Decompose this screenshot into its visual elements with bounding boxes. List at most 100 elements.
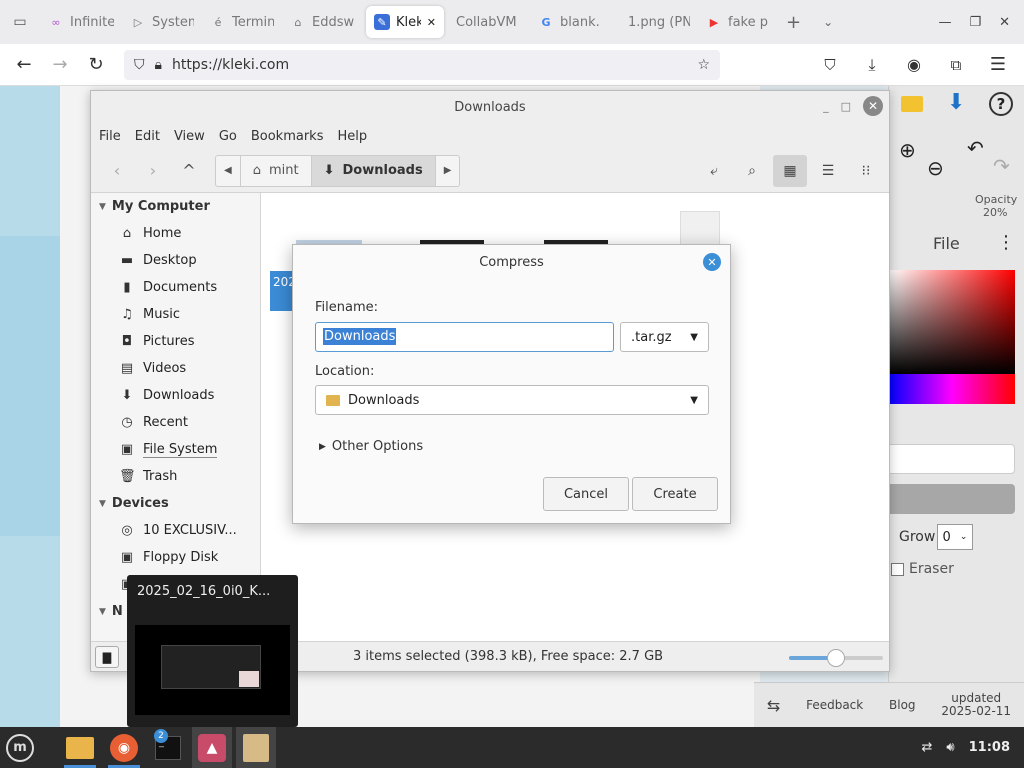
menu-help[interactable]: Help bbox=[337, 129, 367, 144]
bookmark-star-icon[interactable]: ☆ bbox=[697, 57, 710, 73]
location-select[interactable]: Downloads ▼ bbox=[315, 385, 709, 415]
sidebar-item-pictures[interactable]: ◘ Pictures bbox=[91, 328, 260, 355]
brush-size-slider[interactable] bbox=[889, 444, 1015, 474]
hue-slider[interactable] bbox=[889, 374, 1015, 404]
sidebar-item-floppy[interactable]: ▣ Floppy Disk bbox=[91, 544, 260, 571]
cancel-button[interactable]: Cancel bbox=[543, 477, 629, 511]
pocket-icon[interactable]: ⛉ bbox=[812, 47, 848, 83]
back-button[interactable]: ← bbox=[6, 47, 42, 83]
section-my-computer[interactable]: ▼ My Computer bbox=[91, 193, 260, 220]
help-icon[interactable]: ? bbox=[989, 92, 1013, 116]
sidebar-item-trash[interactable]: 🗑︎ Trash bbox=[91, 463, 260, 490]
toggle-location-icon[interactable]: ⤶ bbox=[697, 155, 731, 187]
network-icon[interactable]: ⇄ bbox=[922, 740, 933, 755]
image-viewer-launcher-icon[interactable]: ▲ bbox=[192, 727, 232, 768]
firefox-launcher-icon[interactable]: ◉ bbox=[104, 727, 144, 768]
opacity-slider[interactable] bbox=[889, 484, 1015, 514]
sidebar-item-downloads[interactable]: ⬇ Downloads bbox=[91, 382, 260, 409]
sidebar-item-file-system[interactable]: ▣ File System bbox=[91, 436, 260, 463]
tab-eddsw[interactable]: ⌂ Eddsw bbox=[282, 6, 366, 38]
tab-collabvm[interactable]: CollabVM bbox=[444, 6, 530, 38]
close-tab-icon[interactable]: ✕ bbox=[427, 16, 436, 29]
tab-infinite[interactable]: ∞ Infinite bbox=[40, 6, 122, 38]
minimize-icon[interactable]: _ bbox=[823, 100, 829, 113]
grow-select[interactable]: 0 ⌄ bbox=[937, 524, 973, 550]
window-preview[interactable]: 2025_02_16_0i0_K... bbox=[127, 575, 298, 727]
tab-blank[interactable]: Gblank. bbox=[530, 6, 614, 38]
sidebar-item-music[interactable]: ♫ Music bbox=[91, 301, 260, 328]
restore-icon[interactable]: ❐ bbox=[969, 15, 981, 30]
up-icon[interactable]: ^ bbox=[171, 155, 207, 187]
more-vert-icon[interactable]: ⋮ bbox=[997, 232, 1015, 253]
extensions-icon[interactable]: ⧉ bbox=[938, 47, 974, 83]
breadcrumb-mint[interactable]: ⌂ mint bbox=[241, 155, 312, 186]
extension-select[interactable]: .tar.gz ▼ bbox=[620, 322, 709, 352]
menu-edit[interactable]: Edit bbox=[135, 129, 160, 144]
filename-input[interactable]: Downloads bbox=[315, 322, 614, 352]
clock[interactable]: 11:08 bbox=[969, 740, 1010, 755]
sidebar-item-disc[interactable]: ◎ 10 EXCLUSIV... bbox=[91, 517, 260, 544]
tab-dropdown-icon[interactable]: ⌄ bbox=[823, 15, 833, 29]
tab-list-icon[interactable]: ▭ bbox=[0, 0, 40, 44]
search-icon[interactable]: ⌕ bbox=[735, 155, 769, 187]
icon-view-icon[interactable]: ▦ bbox=[773, 155, 807, 187]
other-options-expander[interactable]: ▶ Other Options bbox=[319, 439, 423, 454]
back-icon[interactable]: ‹ bbox=[99, 155, 135, 187]
new-tab-icon[interactable]: + bbox=[786, 12, 801, 33]
feedback-link[interactable]: Feedback bbox=[806, 698, 863, 712]
sidebar-item-desktop[interactable]: ▬ Desktop bbox=[91, 247, 260, 274]
forward-button[interactable]: → bbox=[42, 47, 78, 83]
close-icon[interactable]: ✕ bbox=[863, 96, 883, 116]
file-tab[interactable]: File bbox=[933, 234, 960, 253]
maximize-icon[interactable]: □ bbox=[841, 100, 851, 113]
list-view-icon[interactable]: ☰ bbox=[811, 155, 845, 187]
zoom-slider-knob[interactable] bbox=[827, 649, 845, 667]
sidebar-item-documents[interactable]: ▮ Documents bbox=[91, 274, 260, 301]
tab-png[interactable]: 1.png (PN bbox=[614, 6, 698, 38]
close-window-icon[interactable]: ✕ bbox=[999, 15, 1010, 30]
sidebar-item-home[interactable]: ⌂ Home bbox=[91, 220, 260, 247]
files-launcher-icon[interactable] bbox=[60, 727, 100, 768]
close-icon[interactable]: ✕ bbox=[703, 253, 721, 271]
text-file-icon[interactable] bbox=[680, 211, 720, 245]
menu-file[interactable]: File bbox=[99, 129, 121, 144]
sidebar-item-videos[interactable]: ▤ Videos bbox=[91, 355, 260, 382]
downloads-icon[interactable]: ⤓ bbox=[854, 47, 890, 83]
blog-link[interactable]: Blog bbox=[889, 698, 916, 712]
breadcrumb-downloads[interactable]: ⬇ Downloads bbox=[311, 155, 436, 186]
breadcrumb-right-icon[interactable]: ▶ bbox=[436, 156, 460, 186]
reload-button[interactable]: ↻ bbox=[78, 47, 114, 83]
compact-view-icon[interactable]: ⁝⁝ bbox=[849, 155, 883, 187]
redo-icon[interactable]: ↷ bbox=[993, 154, 1010, 178]
mint-menu-icon[interactable]: m bbox=[0, 727, 40, 768]
folder-icon[interactable] bbox=[901, 96, 923, 112]
color-picker[interactable] bbox=[889, 270, 1015, 374]
url-bar[interactable]: ⛉ 🔒︎ https://kleki.com ☆ bbox=[124, 49, 720, 80]
zoom-slider[interactable] bbox=[789, 649, 883, 667]
tab-system[interactable]: ▷System bbox=[122, 6, 202, 38]
breadcrumb-left-icon[interactable]: ◀ bbox=[216, 155, 241, 186]
swap-icon[interactable]: ⇆ bbox=[767, 696, 780, 715]
tab-terminal[interactable]: é Termin bbox=[202, 6, 282, 38]
sidebar-toggle-icon[interactable]: ▇ bbox=[95, 646, 119, 668]
account-icon[interactable]: ◉ bbox=[896, 47, 932, 83]
zoom-in-icon[interactable]: ⊕ bbox=[899, 138, 916, 162]
terminal-launcher-icon[interactable]: _2 bbox=[148, 727, 188, 768]
tab-kleki[interactable]: ✎Kleki✕ bbox=[366, 6, 444, 38]
forward-icon[interactable]: › bbox=[135, 155, 171, 187]
sidebar-item-recent[interactable]: ◷ Recent bbox=[91, 409, 260, 436]
volume-icon[interactable]: 🔊︎ bbox=[946, 740, 954, 755]
eraser-checkbox[interactable] bbox=[891, 563, 904, 576]
menu-icon[interactable]: ☰ bbox=[980, 47, 1016, 83]
archive-launcher-icon[interactable] bbox=[236, 727, 276, 768]
menu-bookmarks[interactable]: Bookmarks bbox=[251, 129, 324, 144]
section-devices[interactable]: ▼ Devices bbox=[91, 490, 260, 517]
minimize-icon[interactable]: — bbox=[938, 15, 951, 30]
create-button[interactable]: Create bbox=[632, 477, 718, 511]
download-icon[interactable]: ⬇ bbox=[947, 90, 965, 115]
tab-fake[interactable]: ▶ fake p bbox=[698, 6, 776, 38]
menu-go[interactable]: Go bbox=[219, 129, 237, 144]
undo-icon[interactable]: ↶ bbox=[967, 136, 984, 160]
menu-view[interactable]: View bbox=[174, 129, 205, 144]
zoom-out-icon[interactable]: ⊖ bbox=[927, 156, 944, 180]
